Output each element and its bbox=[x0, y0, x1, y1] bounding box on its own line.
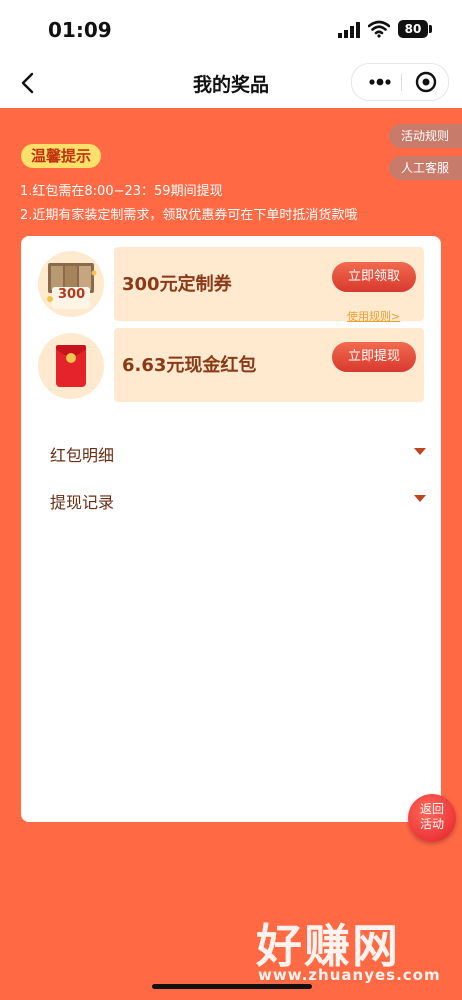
section-withdraw-records[interactable]: 提现记录 bbox=[50, 485, 426, 515]
section-label: 红包明细 bbox=[50, 446, 115, 465]
capsule-divider bbox=[401, 74, 402, 91]
battery-tip bbox=[429, 25, 432, 33]
miniapp-capsule bbox=[351, 63, 449, 101]
activity-rules-button[interactable]: 活动规则 bbox=[389, 124, 462, 148]
prize-title-coupon: 300元定制券 bbox=[122, 274, 232, 295]
tips-badge: 温馨提示 bbox=[21, 144, 102, 168]
home-indicator[interactable] bbox=[152, 984, 312, 989]
red-packet-icon bbox=[56, 345, 86, 387]
status-bar: 01:09 80 bbox=[0, 0, 462, 58]
caret-down-icon bbox=[414, 495, 426, 502]
return-line-2: 活动 bbox=[419, 817, 444, 831]
tip-line-2: 2.近期有家装定制需求，领取优惠券可在下单时抵消货款哦 bbox=[20, 208, 358, 223]
nav-bar: 我的奖品 bbox=[0, 58, 462, 108]
prize-title-red-packet: 6.63元现金红包 bbox=[122, 355, 257, 376]
status-time: 01:09 bbox=[48, 18, 112, 42]
customer-service-button[interactable]: 人工客服 bbox=[389, 156, 462, 180]
wifi-icon bbox=[368, 20, 390, 38]
battery-icon: 80 bbox=[398, 20, 428, 38]
coupon-thumbnail: 300 bbox=[38, 251, 104, 317]
prizes-card: 300 300元定制券 立即领取 使用规则> 6.63元现金红包 立即提现 红包… bbox=[21, 236, 441, 822]
close-miniapp-icon[interactable] bbox=[415, 71, 437, 93]
coupon-image-icon bbox=[47, 263, 97, 309]
tip-line-1: 1.红包需在8:00−23：59期间提现 bbox=[20, 184, 223, 199]
section-red-packet-details[interactable]: 红包明细 bbox=[50, 438, 426, 468]
coupon-thumb-amount: 300 bbox=[58, 287, 86, 302]
cellular-signal-icon bbox=[338, 22, 360, 38]
prize-item-coupon: 300元定制券 立即领取 使用规则> bbox=[114, 247, 424, 324]
withdraw-button[interactable]: 立即提现 bbox=[332, 342, 416, 372]
more-dots-icon[interactable] bbox=[366, 72, 394, 92]
red-packet-thumbnail bbox=[38, 333, 104, 399]
usage-rules-link[interactable]: 使用规则> bbox=[347, 308, 400, 324]
claim-coupon-button[interactable]: 立即领取 bbox=[332, 262, 416, 292]
caret-down-icon bbox=[414, 448, 426, 455]
return-to-activity-button[interactable]: 返回 活动 bbox=[408, 794, 456, 842]
return-line-1: 返回 bbox=[419, 802, 444, 816]
prize-item-red-packet: 6.63元现金红包 立即提现 bbox=[114, 328, 424, 402]
watermark-url: www.zhuanyes.com bbox=[258, 966, 441, 984]
section-label: 提现记录 bbox=[50, 493, 115, 512]
